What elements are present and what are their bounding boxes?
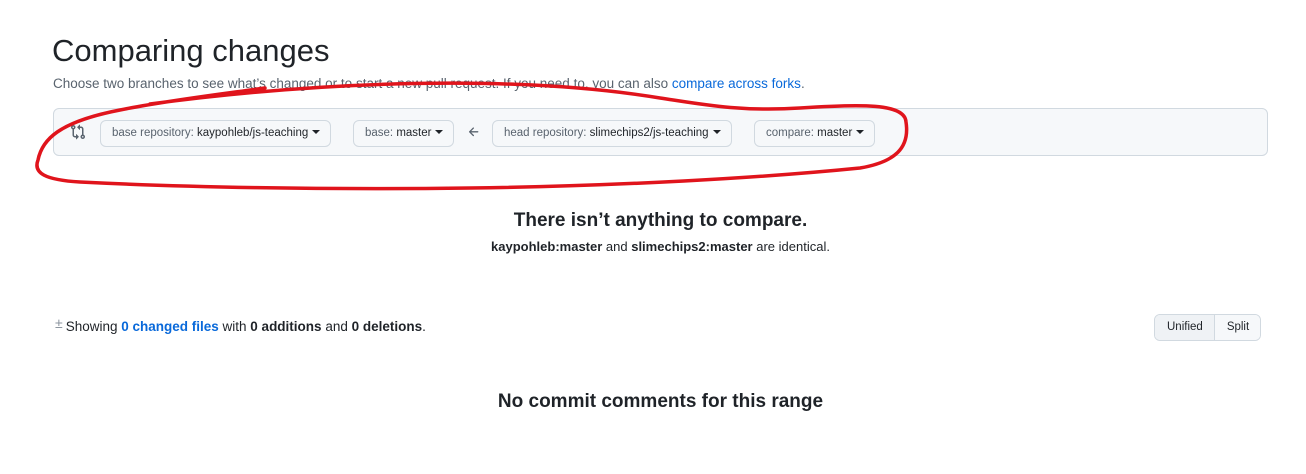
base-ref: kaypohleb:master <box>491 239 603 254</box>
base-repository-value: kaypohleb/js-teaching <box>197 127 309 139</box>
page-subtitle: Choose two branches to see what’s change… <box>53 75 805 93</box>
with-text: with <box>218 319 251 334</box>
and-text: and <box>321 319 352 334</box>
compare-branch-label: compare: <box>766 127 818 139</box>
no-comments-message: No commit comments for this range <box>497 391 824 412</box>
subtitle-end: . <box>800 76 805 91</box>
arrow-left-icon <box>468 127 479 137</box>
blankslate-title: There isn’t anything to compare. <box>513 210 808 231</box>
git-compare-icon <box>71 124 86 140</box>
head-repository-select[interactable]: head repository: slimechips2/js-teaching <box>492 120 732 147</box>
head-ref: slimechips2:master <box>631 239 753 254</box>
range-editor: base repository: kaypohleb/js-teaching b… <box>53 108 1268 156</box>
head-repository-value: slimechips2/js-teaching <box>589 127 709 139</box>
compare-across-forks-link[interactable]: compare across forks <box>672 76 801 91</box>
base-repository-select[interactable]: base repository: kaypohleb/js-teaching <box>100 120 332 147</box>
page-title: Comparing changes <box>52 33 330 68</box>
showing-text: Showing <box>65 319 122 334</box>
base-branch-label: base: <box>365 127 397 139</box>
identical-text: are identical. <box>752 239 830 254</box>
base-branch-value: master <box>396 127 432 139</box>
compare-branch-select[interactable]: compare: master <box>754 120 876 147</box>
diff-view-toggle: Unified Split <box>1154 314 1262 341</box>
caret-down-icon <box>712 129 721 134</box>
end-text: . <box>422 319 426 334</box>
base-repository-label: base repository: <box>112 127 198 139</box>
unified-view-button[interactable]: Unified <box>1155 315 1215 340</box>
and-text: and <box>602 239 632 254</box>
caret-down-icon <box>856 129 865 134</box>
compare-branch-value: master <box>817 127 853 139</box>
deletions-count: 0 deletions <box>351 319 423 334</box>
diff-summary: ± Showing 0 changed files with 0 addition… <box>55 315 426 336</box>
blankslate-description: kaypohleb:master and slimechips2:master … <box>0 238 1306 256</box>
caret-down-icon <box>312 129 321 134</box>
changed-files-link[interactable]: 0 changed files <box>121 319 219 334</box>
caret-down-icon <box>435 129 444 134</box>
diff-icon: ± <box>55 315 63 331</box>
subtitle-text: Choose two branches to see what’s change… <box>53 76 672 91</box>
additions-count: 0 additions <box>250 319 322 334</box>
head-repository-label: head repository: <box>504 127 590 139</box>
split-view-button[interactable]: Split <box>1214 315 1261 340</box>
base-branch-select[interactable]: base: master <box>353 120 455 147</box>
